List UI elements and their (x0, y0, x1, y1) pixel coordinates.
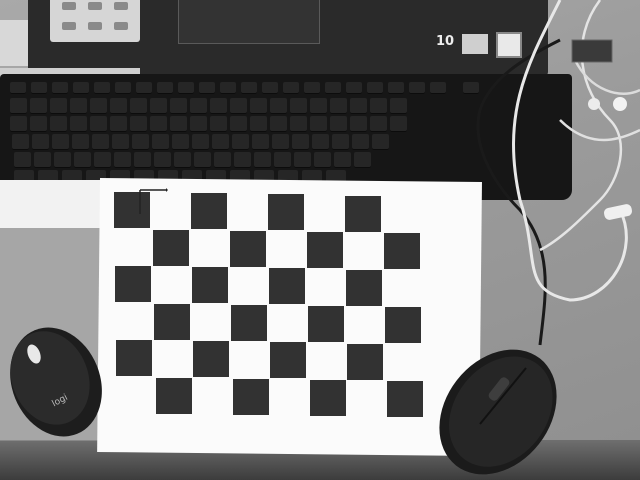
wireless-mouse (10, 327, 102, 437)
photo-scene: 10 logi (0, 0, 640, 480)
wired-mouse (439, 349, 557, 475)
